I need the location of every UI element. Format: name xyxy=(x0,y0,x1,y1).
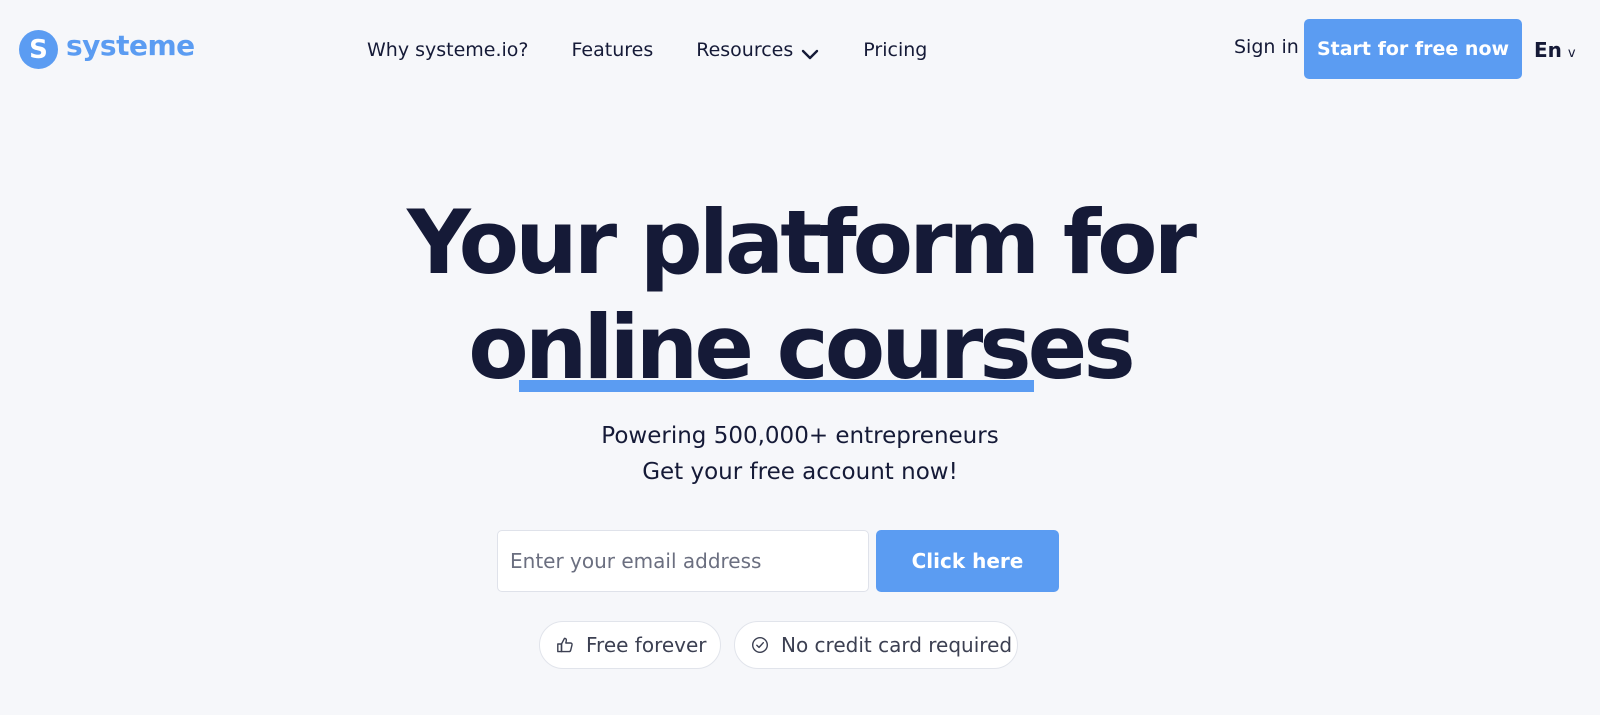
nav-item-why[interactable]: Why systeme.io? xyxy=(367,39,529,61)
badge-no-credit-card-label: No credit card required xyxy=(781,633,1013,657)
language-selector[interactable]: En v xyxy=(1534,38,1576,62)
logo-text: systeme xyxy=(66,28,195,62)
language-caret-icon: v xyxy=(1567,46,1576,61)
badge-free-forever-label: Free forever xyxy=(586,633,707,657)
language-label: En xyxy=(1534,38,1562,62)
badge-free-forever: Free forever xyxy=(539,621,721,669)
check-circle-icon xyxy=(751,636,769,654)
chevron-down-icon xyxy=(801,44,819,60)
click-here-button[interactable]: Click here xyxy=(876,530,1059,592)
nav-item-features[interactable]: Features xyxy=(572,39,654,61)
main-nav: Why systeme.io? Features Resources Prici… xyxy=(367,36,927,64)
nav-item-resources-label: Resources xyxy=(696,39,794,61)
badge-no-credit-card: No credit card required xyxy=(734,621,1018,669)
logo-mark-icon: S xyxy=(19,29,58,69)
logo[interactable]: S systeme xyxy=(19,29,195,69)
hero-title-line2-wrap: online courses xyxy=(0,293,1600,403)
nav-item-pricing[interactable]: Pricing xyxy=(863,39,927,61)
email-field[interactable] xyxy=(497,530,869,592)
start-free-button[interactable]: Start for free now xyxy=(1304,19,1522,79)
sign-in-link[interactable]: Sign in xyxy=(1234,36,1299,58)
hero-title-line1: Your platform for xyxy=(406,191,1197,294)
nav-item-resources[interactable]: Resources xyxy=(696,39,819,61)
logo-letter: S xyxy=(29,35,48,65)
hero-subtitle-1: Powering 500,000+ entrepreneurs xyxy=(601,423,999,449)
hero-subtitle-2: Get your free account now! xyxy=(642,459,958,485)
thumbs-up-icon xyxy=(556,636,574,654)
site-header: S systeme Why systeme.io? Features Resou… xyxy=(0,0,1600,98)
hero-title-line2: online courses xyxy=(468,296,1136,399)
